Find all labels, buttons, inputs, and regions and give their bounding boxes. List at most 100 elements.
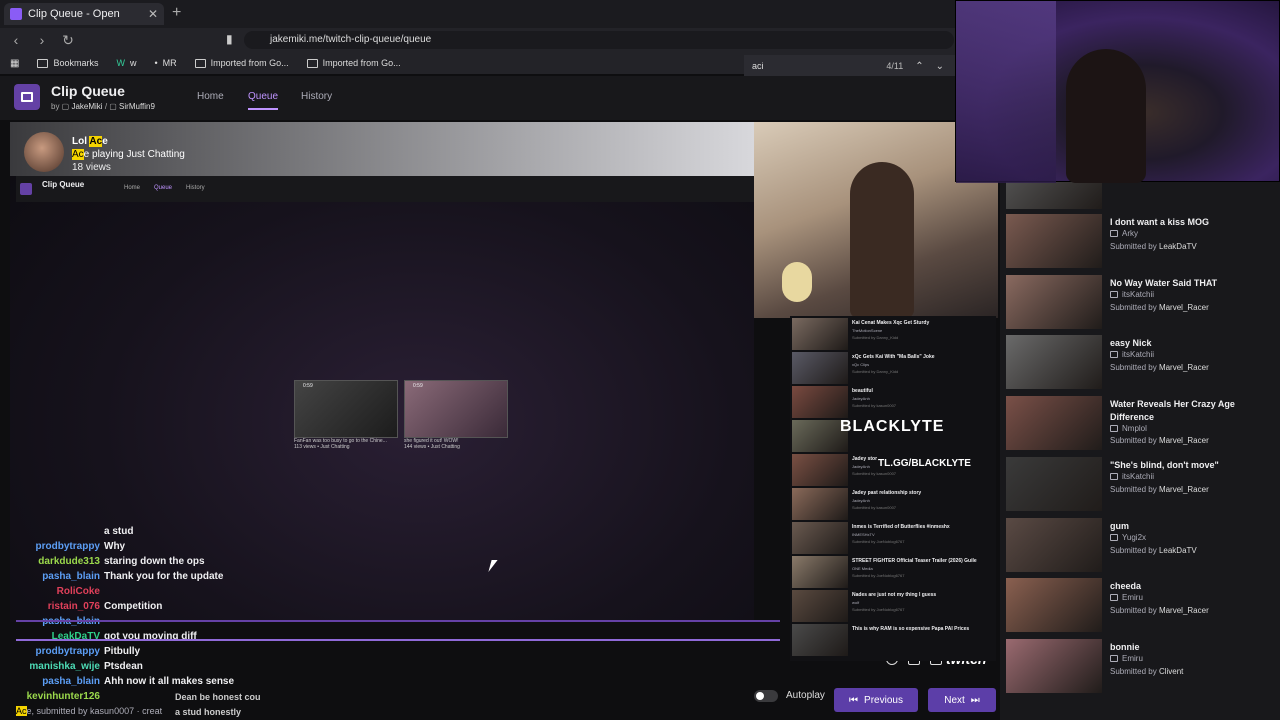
- nav-home[interactable]: Home: [197, 91, 224, 102]
- chat-username: kevinhunter126: [26, 691, 100, 702]
- chat-message: pasha_blain Thank you for the update: [0, 569, 330, 584]
- queue-channel[interactable]: Arky: [1110, 229, 1138, 238]
- chat-message: RoliCoke: [0, 584, 330, 599]
- chat-message: kevinhunter126: [0, 689, 330, 704]
- queue-channel[interactable]: Emiru: [1110, 593, 1143, 602]
- queue-title: easy Nick: [1110, 338, 1152, 349]
- bookmark-item[interactable]: • MR: [154, 58, 176, 68]
- inner-queue-thumbnail: [792, 624, 848, 656]
- find-prev-icon[interactable]: ⌃: [915, 61, 923, 72]
- chat-text: a stud: [104, 526, 134, 537]
- clip-views: 18 views: [72, 162, 111, 173]
- channel-icon: [1110, 351, 1118, 359]
- queue-channel[interactable]: Yugi2x: [1110, 533, 1146, 542]
- folder-icon: [37, 58, 49, 68]
- inner-thumb-card: 0:59 FanFan was too busy to go to the Ch…: [294, 380, 398, 450]
- inner-queue-thumbnail: [792, 352, 848, 384]
- inner-queue-channel: ONE Media: [852, 566, 873, 571]
- author-link[interactable]: JakeMiki: [71, 102, 102, 111]
- chat-message: prodbytrappy Pitbully: [0, 644, 330, 659]
- chat-username: darkdude313: [38, 556, 100, 567]
- queue-thumbnail[interactable]: [1006, 638, 1102, 693]
- queue-item[interactable]: "She's blind, don't move" itsKatchii Submi…: [1006, 456, 1276, 513]
- chat-message: prodbytrappy Why: [0, 539, 330, 554]
- inner-nav-home: Home: [124, 185, 141, 191]
- queue-submitter: Submitted by Marvel_Racer: [1110, 436, 1209, 446]
- queue-item[interactable]: Water Reveals Her Crazy Age Difference Nm…: [1006, 396, 1276, 452]
- chat-message: manishka_wije Ptsdean: [0, 659, 330, 674]
- new-tab-icon[interactable]: +: [172, 4, 181, 22]
- queue-thumbnail[interactable]: [1006, 214, 1102, 268]
- back-icon[interactable]: ‹: [6, 32, 26, 48]
- url-field[interactable]: jakemiki.me/twitch-clip-queue/queue: [244, 31, 954, 49]
- inner-queue-title: Jadey past relationship story: [852, 490, 922, 496]
- video-progress-bar[interactable]: [16, 620, 780, 622]
- inner-queue-item: This is why RAM is so expensive Papa PAI…: [792, 624, 992, 656]
- bookmark-item[interactable]: Imported from Go...: [306, 58, 401, 68]
- inner-queue-channel: JadeyAnh: [852, 464, 870, 469]
- folder-icon: [194, 58, 206, 68]
- chat-text: Thank you for the update: [104, 571, 224, 582]
- previous-button[interactable]: ⏮ Previous: [834, 688, 918, 712]
- reload-icon[interactable]: ↻: [58, 32, 78, 49]
- queue-thumbnail[interactable]: [1006, 456, 1102, 511]
- queue-channel[interactable]: itsKatchii: [1110, 290, 1154, 299]
- inner-queue-channel: TheMotionScene: [852, 328, 883, 333]
- next-button[interactable]: Next ⏭: [928, 688, 996, 712]
- tab-close-icon[interactable]: ✕: [148, 7, 158, 21]
- inner-logo-icon: [20, 183, 32, 195]
- bookmark-item[interactable]: Bookmarks: [37, 58, 98, 68]
- apps-icon[interactable]: ▦: [10, 58, 19, 69]
- chat-username: pasha_blain: [42, 571, 100, 582]
- queue-thumbnail[interactable]: [1006, 335, 1102, 390]
- queue-channel[interactable]: itsKatchii: [1110, 472, 1154, 481]
- chat-message: darkdude313 staring down the ops: [0, 554, 330, 569]
- mr-icon: •: [154, 58, 158, 68]
- bookmark-item[interactable]: Ww: [116, 58, 136, 68]
- nav-queue[interactable]: Queue: [248, 91, 279, 110]
- queue-channel[interactable]: Emiru: [1110, 654, 1143, 663]
- browser-tab[interactable]: Clip Queue - Open ✕: [4, 3, 164, 25]
- queue-channel[interactable]: itsKatchii: [1110, 350, 1154, 359]
- tab-favicon-icon: [10, 8, 22, 20]
- queue-thumbnail[interactable]: [1006, 274, 1102, 329]
- author-link[interactable]: SirMuffin9: [119, 102, 155, 111]
- queue-item[interactable]: gum Yugi2x Submitted by LeakDaTV: [1006, 517, 1276, 574]
- queue-thumbnail[interactable]: [1006, 578, 1102, 633]
- previous-icon: ⏮: [849, 694, 859, 706]
- nav-history[interactable]: History: [301, 91, 332, 102]
- queue-submitter: Submitted by Marvel_Racer: [1110, 484, 1209, 494]
- sponsor-logo: BLACKLYTE: [840, 418, 945, 435]
- chat-message: ristain_076 Competition: [0, 599, 330, 614]
- chat-text: Pitbully: [104, 646, 141, 657]
- queue-item[interactable]: I dont want a kiss MOG Arky Submitted by L…: [1006, 214, 1276, 270]
- queue-item[interactable]: easy Nick itsKatchii Submitted by Marvel_R…: [1006, 335, 1276, 391]
- queue-thumbnail[interactable]: [1006, 517, 1102, 572]
- queue-item[interactable]: cheeda Emiru Submitted by Marvel_Racer: [1006, 578, 1276, 634]
- inner-queue-item: Inmes is Terrified of Butterflies #inmes…: [792, 522, 992, 554]
- queue-item[interactable]: No Way Water Said THAT itsKatchii Submitte…: [1006, 274, 1276, 331]
- inner-queue-title: This is why RAM is so expensive Papa PAI…: [852, 626, 970, 632]
- chat-username: manishka_wije: [29, 661, 100, 672]
- autoplay-toggle[interactable]: [754, 690, 778, 702]
- find-next-icon[interactable]: ⌄: [936, 61, 944, 72]
- inner-thumbnails: 0:59 FanFan was too busy to go to the Ch…: [294, 380, 508, 450]
- streamer-webcam: [955, 0, 1280, 183]
- queue-item[interactable]: bonnie Emiru Submitted by Clivent: [1006, 638, 1276, 695]
- find-bar: aci 4/11 ⌃ ⌄: [744, 55, 956, 77]
- bookmark-icon[interactable]: ▮: [226, 32, 233, 46]
- inner-queue-item: Kai Cenat Makes Xqc Get Sturdy TheMotionS…: [792, 318, 992, 350]
- queue-channel[interactable]: Nmplol: [1110, 424, 1147, 433]
- clip-queue-list: Submitted by mono2funI dont want a kiss …: [1000, 155, 1280, 720]
- queue-thumbnail[interactable]: [1006, 396, 1102, 451]
- inner-queue-channel: JadeyAnh: [852, 396, 870, 401]
- inner-queue-channel: xQc Clips: [852, 362, 870, 367]
- inner-queue-item: STREET FIGHTER Official Teaser Trailer (…: [792, 556, 992, 588]
- find-input[interactable]: aci: [752, 61, 764, 71]
- queue-submitter: Submitted by Marvel_Racer: [1110, 363, 1209, 373]
- inner-queue-title: xQc Gets Kai With "Ma Balls" Joke: [852, 354, 935, 360]
- inner-queue-channel: JadeyAnh: [852, 498, 870, 503]
- bookmark-item[interactable]: Imported from Go...: [194, 58, 289, 68]
- forward-icon[interactable]: ›: [32, 32, 52, 48]
- sponsor-url: TL.GG/BLACKLYTE: [878, 458, 971, 469]
